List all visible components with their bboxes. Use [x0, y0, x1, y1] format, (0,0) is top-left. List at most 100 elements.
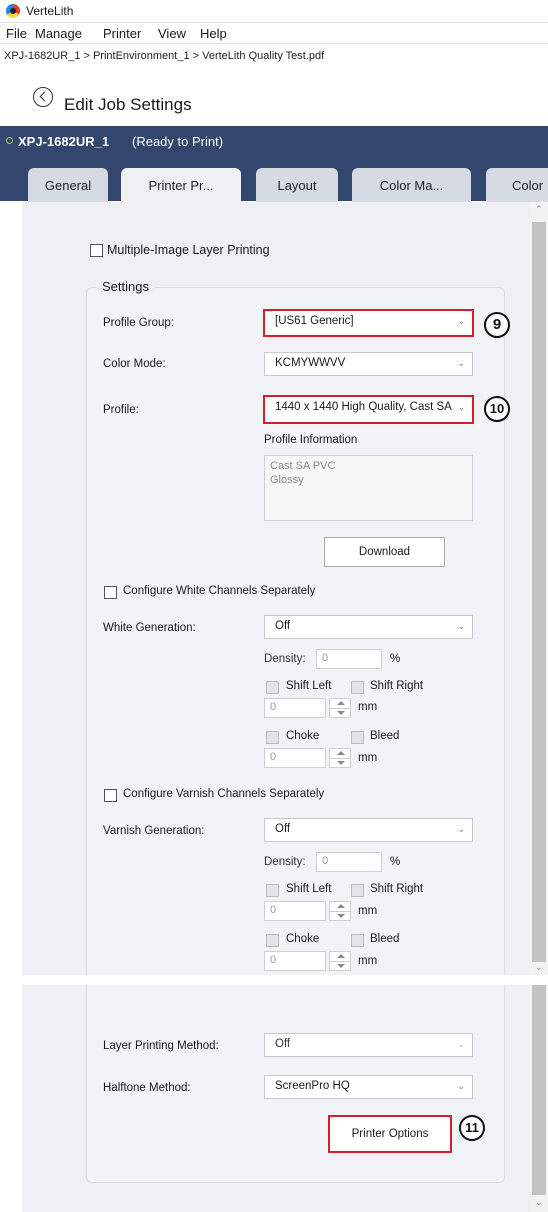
varnish-bleed-label: Bleed [370, 933, 400, 945]
varnish-density-input[interactable]: 0 [316, 852, 382, 872]
menu-printer[interactable]: Printer [103, 26, 141, 41]
profile-info-line: Glossy [270, 474, 304, 486]
callout-9: 9 [484, 312, 510, 338]
configure-white-label: Configure White Channels Separately [123, 585, 316, 597]
layer-method-select[interactable]: Off ⌄ [264, 1033, 473, 1057]
varnish-choke-stepper[interactable] [329, 951, 351, 971]
varnish-shift-input[interactable]: 0 [264, 901, 326, 921]
white-shift-input[interactable]: 0 [264, 698, 326, 718]
spin-up-icon[interactable] [337, 751, 345, 755]
printer-status-bar: XPJ-1682UR_1 (Ready to Print) [0, 126, 548, 156]
varnish-shift-mm: mm [358, 905, 378, 917]
white-percent-label: % [390, 653, 401, 665]
white-shift-stepper[interactable] [329, 698, 351, 718]
chevron-down-icon: ⌄ [457, 1081, 465, 1091]
spin-down-icon[interactable] [337, 711, 345, 715]
tab-layout[interactable]: Layout [256, 168, 338, 202]
white-choke-stepper[interactable] [329, 748, 351, 768]
scroll-down-icon[interactable]: ⌄ [535, 962, 543, 973]
back-circle-icon[interactable] [33, 87, 53, 107]
white-choke-checkbox[interactable] [266, 731, 279, 744]
white-shift-right-checkbox[interactable] [351, 681, 364, 694]
callout-10: 10 [484, 396, 510, 422]
callout-11: 11 [459, 1115, 485, 1141]
varnish-choke-label: Choke [286, 933, 320, 945]
tab-color-bars[interactable]: Color Ba [486, 168, 548, 229]
varnish-generation-label: Varnish Generation: [103, 825, 205, 837]
settings-legend: Settings [96, 279, 155, 294]
varnish-shift-right-checkbox[interactable] [351, 884, 364, 897]
scroll-up-icon[interactable]: ⌃ [535, 204, 543, 215]
download-button[interactable]: Download [324, 537, 445, 567]
configure-white-checkbox[interactable] [104, 586, 117, 599]
spin-up-icon[interactable] [337, 904, 345, 908]
varnish-percent-label: % [390, 856, 401, 868]
varnish-choke-input[interactable]: 0 [264, 951, 326, 971]
breadcrumb[interactable]: XPJ-1682UR_1 > PrintEnvironment_1 > Vert… [4, 50, 324, 62]
chevron-down-icon: ⌄ [457, 358, 465, 368]
varnish-density-label: Density: [264, 856, 306, 868]
profile-info-line: Cast SA PVC [270, 460, 336, 472]
scrollbar-thumb[interactable] [532, 222, 546, 962]
menu-view[interactable]: View [158, 26, 186, 41]
color-mode-value: KCMYWWVV [275, 357, 346, 369]
profile-group-label: Profile Group: [103, 317, 174, 329]
spin-down-icon[interactable] [337, 964, 345, 968]
profile-info-box: Cast SA PVC Glossy [264, 455, 473, 521]
profile-group-select[interactable]: [US61 Generic] ⌄ [263, 309, 474, 337]
varnish-generation-value: Off [275, 823, 291, 835]
multi-layer-checkbox[interactable] [90, 244, 103, 257]
chevron-down-icon: ⌄ [457, 621, 465, 631]
white-generation-select[interactable]: Off ⌄ [264, 615, 473, 639]
profile-label: Profile: [103, 404, 139, 416]
spin-up-icon[interactable] [337, 701, 345, 705]
white-generation-value: Off [275, 620, 291, 632]
white-shift-left-label: Shift Left [286, 680, 332, 692]
chevron-down-icon: ⌄ [457, 316, 465, 326]
printer-status: (Ready to Print) [132, 134, 224, 149]
white-density-label: Density: [264, 653, 306, 665]
spin-up-icon[interactable] [337, 954, 345, 958]
chevron-down-icon: ⌄ [457, 1039, 465, 1049]
scroll-down-icon[interactable]: ⌄ [535, 1197, 543, 1208]
printer-name: XPJ-1682UR_1 [18, 134, 110, 149]
white-shift-mm: mm [358, 701, 378, 713]
scrollbar-thumb[interactable] [532, 985, 546, 1195]
halftone-value: ScreenPro HQ [275, 1080, 350, 1092]
white-shift-left-checkbox[interactable] [266, 681, 279, 694]
page-title: Edit Job Settings [64, 95, 192, 114]
tab-general[interactable]: General [28, 168, 108, 202]
app-title: VerteLith [26, 4, 74, 18]
halftone-select[interactable]: ScreenPro HQ ⌄ [264, 1075, 473, 1099]
white-choke-mm: mm [358, 752, 378, 764]
white-density-input[interactable]: 0 [316, 649, 382, 669]
white-generation-label: White Generation: [103, 622, 196, 634]
menu-file[interactable]: File [6, 26, 27, 41]
halftone-label: Halftone Method: [103, 1082, 191, 1094]
profile-value: 1440 x 1440 High Quality, Cast SA [275, 401, 452, 413]
menu-help[interactable]: Help [200, 26, 227, 41]
varnish-choke-checkbox[interactable] [266, 934, 279, 947]
spin-down-icon[interactable] [337, 761, 345, 765]
scrollbar[interactable]: ⌃ ⌄ [530, 202, 548, 975]
varnish-bleed-checkbox[interactable] [351, 934, 364, 947]
printer-options-button[interactable]: Printer Options [328, 1115, 452, 1153]
profile-select[interactable]: 1440 x 1440 High Quality, Cast SA ⌄ [263, 395, 474, 424]
scrollbar-lower[interactable]: ⌄ [530, 985, 548, 1212]
tab-printer-properties[interactable]: Printer Pr... [121, 168, 241, 202]
varnish-shift-stepper[interactable] [329, 901, 351, 921]
white-bleed-checkbox[interactable] [351, 731, 364, 744]
varnish-shift-left-checkbox[interactable] [266, 884, 279, 897]
app-logo-icon [6, 4, 20, 18]
tab-color-management[interactable]: Color Ma... [352, 168, 471, 202]
layer-method-label: Layer Printing Method: [103, 1040, 219, 1052]
varnish-shift-left-label: Shift Left [286, 883, 332, 895]
white-choke-label: Choke [286, 730, 320, 742]
color-mode-select[interactable]: KCMYWWVV ⌄ [264, 352, 473, 376]
menu-manage[interactable]: Manage [35, 26, 82, 41]
varnish-generation-select[interactable]: Off ⌄ [264, 818, 473, 842]
spin-down-icon[interactable] [337, 914, 345, 918]
configure-varnish-checkbox[interactable] [104, 789, 117, 802]
image-separator [0, 975, 548, 985]
white-choke-input[interactable]: 0 [264, 748, 326, 768]
